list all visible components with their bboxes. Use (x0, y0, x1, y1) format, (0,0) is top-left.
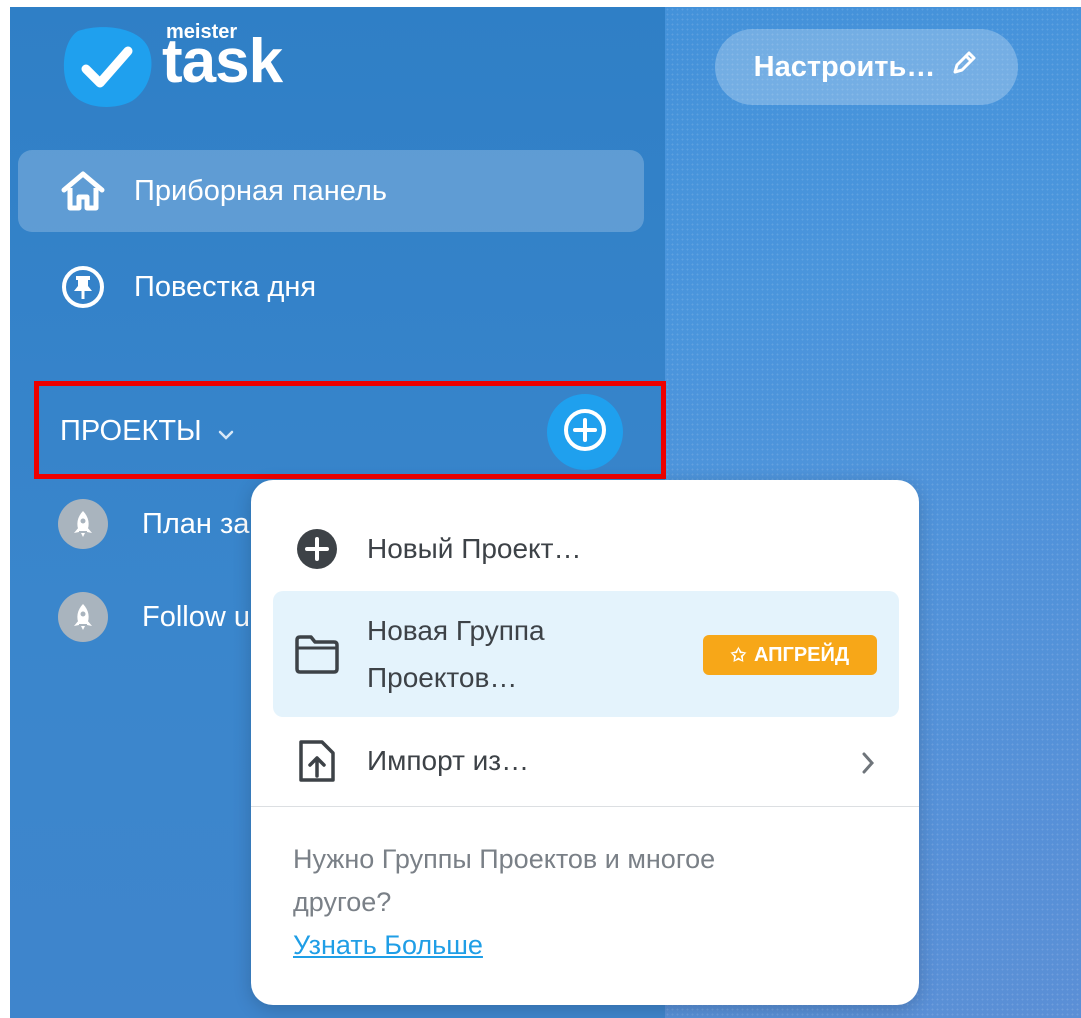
project-item[interactable]: Follow u (58, 592, 250, 642)
nav-item-label: Повестка дня (134, 270, 317, 303)
upgrade-badge-label: АПГРЕЙД (753, 643, 850, 666)
menu-item-label: Новый Проект… (367, 533, 582, 564)
project-item-label: Follow u (142, 600, 250, 633)
menu-item-label-line1: Новая Группа (367, 615, 545, 646)
menu-item-label: Импорт из… (367, 745, 530, 776)
nav-item-agenda[interactable]: Повестка дня (18, 246, 644, 328)
menu-footer: Нужно Группы Проектов и многое другое? У… (293, 838, 853, 967)
upsell-text-line1: Нужно Группы Проектов и многое (293, 844, 716, 874)
upsell-text-line2: другое? (293, 887, 392, 917)
upgrade-badge[interactable]: ✩ АПГРЕЙД (703, 635, 877, 675)
highlight-annotation (34, 381, 666, 479)
menu-item-import[interactable]: Импорт из… (273, 728, 899, 794)
project-item-label: План за (142, 507, 250, 540)
pencil-icon (935, 48, 979, 86)
plus-circle-filled-icon (293, 525, 341, 573)
menu-item-label: Новая Группа Проектов… (367, 607, 545, 701)
folder-icon (293, 630, 341, 678)
menu-divider (251, 806, 919, 807)
nav-item-label: Приборная панель (134, 174, 387, 207)
customize-button[interactable]: Настроить… (715, 29, 1018, 105)
menu-item-new-project[interactable]: Новый Проект… (273, 516, 899, 582)
customize-label: Настроить… (753, 50, 936, 83)
project-item[interactable]: План за (58, 499, 249, 549)
add-project-menu: Новый Проект… Новая Группа Проектов… ✩ А… (251, 480, 919, 1005)
chevron-right-icon (861, 750, 875, 782)
menu-item-label-line2: Проектов… (367, 662, 518, 693)
learn-more-link[interactable]: Узнать Больше (293, 924, 483, 967)
rocket-icon (58, 592, 108, 642)
nav-item-dashboard[interactable]: Приборная панель (18, 150, 644, 232)
file-upload-icon (293, 737, 341, 785)
menu-item-new-project-group[interactable]: Новая Группа Проектов… ✩ АПГРЕЙД (273, 591, 899, 717)
rocket-icon (58, 499, 108, 549)
pin-icon (58, 262, 108, 312)
home-icon (58, 166, 108, 216)
logo-text-large: task (162, 27, 283, 96)
star-icon: ✩ (730, 644, 746, 665)
app-window: meister task Приборная панель Повестка д… (10, 7, 1081, 1018)
meistertask-logo-icon (60, 25, 154, 109)
